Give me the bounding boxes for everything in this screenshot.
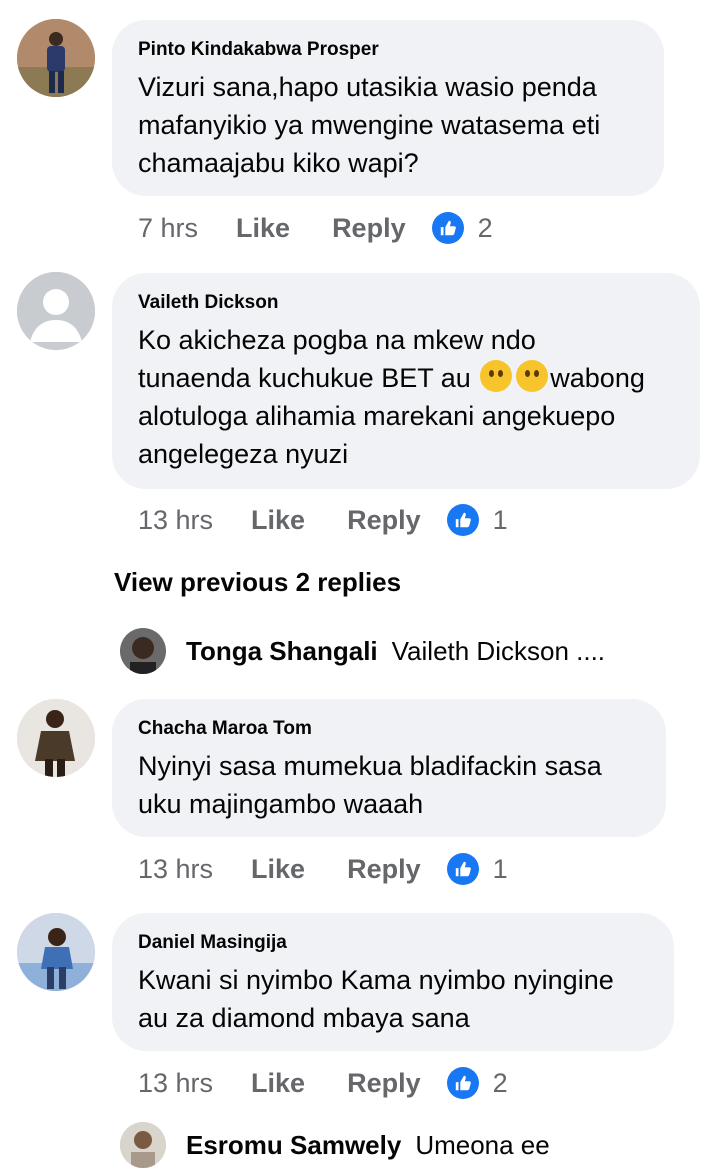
comment-actions: 13 hrs Like Reply 2: [138, 1063, 508, 1103]
avatar[interactable]: [17, 699, 95, 777]
comment-time[interactable]: 7 hrs: [138, 213, 198, 244]
comment-author[interactable]: Vaileth Dickson: [138, 291, 674, 315]
like-button[interactable]: Like: [251, 505, 305, 536]
thumbs-up-icon[interactable]: [446, 853, 479, 885]
comment-author[interactable]: Pinto Kindakabwa Prosper: [138, 38, 638, 62]
thumbs-up-icon[interactable]: [431, 212, 464, 244]
comment-bubble: Daniel Masingija Kwani si nyimbo Kama ny…: [112, 913, 674, 1051]
reply-button[interactable]: Reply: [332, 213, 406, 244]
comment-author[interactable]: Chacha Maroa Tom: [138, 717, 640, 741]
reply-button[interactable]: Reply: [347, 854, 421, 885]
reply-button[interactable]: Reply: [347, 1068, 421, 1099]
reply-text: Vaileth Dickson ....: [391, 635, 606, 666]
comment-text: Kwani si nyimbo Kama nyimbo nyingine au …: [138, 965, 614, 1033]
avatar[interactable]: [120, 628, 166, 674]
comment-time[interactable]: 13 hrs: [138, 505, 213, 536]
like-button[interactable]: Like: [251, 854, 305, 885]
avatar[interactable]: [17, 19, 95, 97]
comment-author[interactable]: Daniel Masingija: [138, 931, 648, 955]
like-count[interactable]: 2: [478, 213, 493, 244]
like-count[interactable]: 1: [493, 854, 508, 885]
comment-text: Nyinyi sasa mumekua bladifackin sasa uku…: [138, 751, 602, 819]
reply-author[interactable]: Esromu Samwely: [186, 1130, 401, 1161]
comment-time[interactable]: 13 hrs: [138, 1068, 213, 1099]
thinking-face-icon: [516, 360, 549, 392]
reply-text: Umeona ee: [415, 1129, 550, 1160]
default-avatar-icon[interactable]: [17, 272, 95, 350]
comment-text: Ko akicheza pogba na mkew ndo tunaenda k…: [138, 325, 645, 469]
reply-author[interactable]: Tonga Shangali: [186, 636, 378, 667]
comment-actions: 13 hrs Like Reply 1: [138, 849, 508, 889]
like-count[interactable]: 1: [493, 505, 508, 536]
thumbs-up-icon[interactable]: [446, 1067, 479, 1099]
avatar[interactable]: [17, 913, 95, 991]
like-button[interactable]: Like: [236, 213, 290, 244]
reply-button[interactable]: Reply: [347, 505, 421, 536]
comment-actions: 7 hrs Like Reply 2: [138, 208, 493, 248]
comment-time[interactable]: 13 hrs: [138, 854, 213, 885]
thumbs-up-icon[interactable]: [446, 504, 479, 536]
comment-bubble: Vaileth Dickson Ko akicheza pogba na mke…: [112, 273, 700, 489]
thinking-face-icon: [480, 360, 513, 392]
comment-text: Vizuri sana,hapo utasikia wasio penda ma…: [138, 72, 601, 178]
like-button[interactable]: Like: [251, 1068, 305, 1099]
like-count[interactable]: 2: [493, 1068, 508, 1099]
reply-preview[interactable]: Esromu Samwely Umeona ee: [120, 1121, 550, 1169]
view-previous-replies-link[interactable]: View previous 2 replies: [114, 567, 401, 598]
comment-bubble: Chacha Maroa Tom Nyinyi sasa mumekua bla…: [112, 699, 666, 837]
reply-preview[interactable]: Tonga Shangali Vaileth Dickson ....: [120, 627, 605, 675]
comment-actions: 13 hrs Like Reply 1: [138, 500, 508, 540]
avatar[interactable]: [120, 1122, 166, 1168]
comment-bubble: Pinto Kindakabwa Prosper Vizuri sana,hap…: [112, 20, 664, 196]
